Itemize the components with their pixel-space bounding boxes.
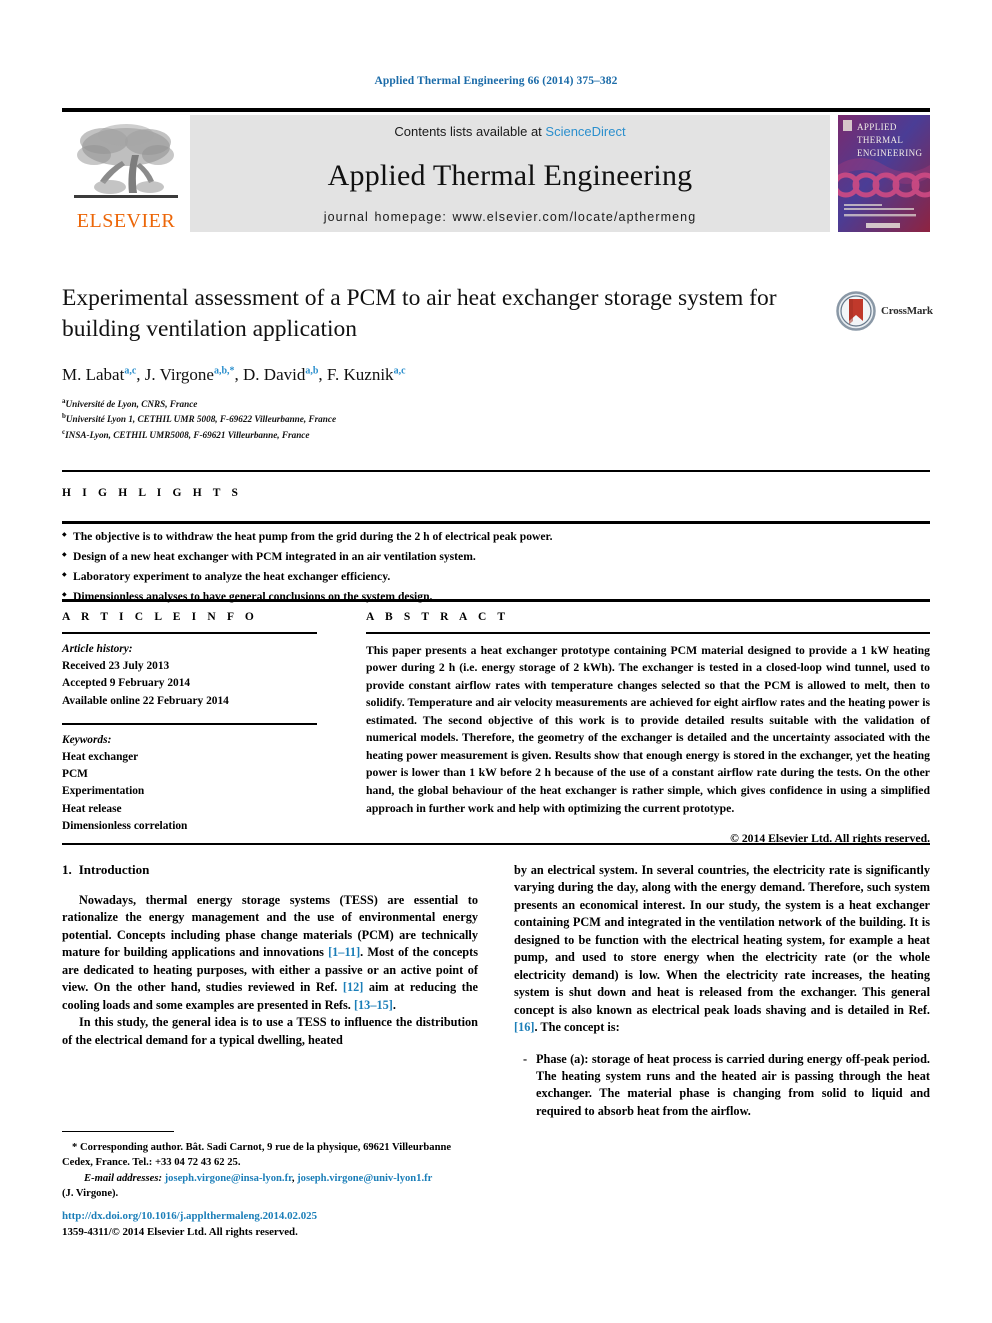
affiliation-item: aUniversité de Lyon, CNRS, France <box>62 396 198 409</box>
title-block: Experimental assessment of a PCM to air … <box>62 283 822 443</box>
contents-line: Contents lists available at ScienceDirec… <box>190 124 830 139</box>
svg-text:THERMAL: THERMAL <box>857 135 903 145</box>
affiliation-item: bUniversité Lyon 1, CETHIL UMR 5008, F-6… <box>62 412 337 425</box>
article-info-label: A R T I C L E I N F O <box>62 611 258 623</box>
keyword-item: Dimensionless correlation <box>62 820 188 833</box>
affiliation-list: aUniversité de Lyon, CNRS, France bUniver… <box>62 396 822 444</box>
abstract-label: A B S T R A C T <box>366 611 510 623</box>
section-heading-introduction: 1. Introduction <box>62 862 478 878</box>
email-link-1[interactable]: joseph.virgone@insa-lyon.fr <box>165 1173 292 1184</box>
crossmark-badge[interactable]: CrossMark <box>836 288 940 334</box>
sciencedirect-link[interactable]: ScienceDirect <box>545 124 625 139</box>
email-link-2[interactable]: joseph.virgone@univ-lyon1.fr <box>297 1173 432 1184</box>
phase-list: Phase (a): storage of heat process is ca… <box>514 1051 930 1121</box>
article-info-section: A R T I C L E I N F O Article history: R… <box>62 611 317 835</box>
keywords-list: Heat exchanger PCM Experimentation Heat rel… <box>62 749 317 836</box>
affiliation-item: cINSA-Lyon, CETHIL UMR5008, F-69621 Vill… <box>62 428 310 441</box>
running-head: Applied Thermal Engineering 66 (2014) 37… <box>374 75 618 87</box>
citation-link[interactable]: [12] <box>343 980 364 994</box>
highlight-item: Design of a new heat exchanger with PCM … <box>62 547 930 567</box>
article-history-label: Article history: <box>62 642 133 655</box>
article-history-list: Received 23 July 2013 Accepted 9 February… <box>62 658 317 710</box>
section-number: 1. <box>62 862 72 877</box>
keyword-item: PCM <box>62 768 88 781</box>
email-note: E-mail addresses: joseph.virgone@insa-ly… <box>62 1171 478 1186</box>
highlights-mid-rule <box>62 521 930 524</box>
body-column-left: 1. Introduction Nowadays, thermal energy … <box>62 862 478 1049</box>
footnote-block: * Corresponding author. Bât. Sadi Carnot… <box>62 1140 478 1201</box>
doi-link[interactable]: http://dx.doi.org/10.1016/j.applthermale… <box>62 1210 317 1222</box>
journal-banner: Contents lists available at ScienceDirec… <box>190 115 830 232</box>
email-attribution: (J. Virgone). <box>62 1188 119 1200</box>
elsevier-wordmark: ELSEVIER <box>76 210 176 232</box>
highlights-bottom-rule <box>62 599 930 602</box>
highlights-section: H I G H L I G H T S <box>62 487 930 499</box>
highlight-item: The objective is to withdraw the heat pu… <box>62 527 930 547</box>
highlight-item: Laboratory experiment to analyze the hea… <box>62 567 930 587</box>
author-list: M. Labata,c, J. Virgonea,b,*, D. Davida,… <box>62 364 406 384</box>
highlights-top-rule <box>62 470 930 472</box>
page-title: Experimental assessment of a PCM to air … <box>62 285 777 343</box>
keywords-label: Keywords: <box>62 733 112 746</box>
citation-link[interactable]: [16] <box>514 1020 535 1034</box>
journal-cover-image: APPLIED THERMAL ENGINEERING <box>838 115 930 232</box>
highlights-label: H I G H L I G H T S <box>62 487 243 499</box>
intro-paragraph-2: In this study, the general idea is to us… <box>62 1015 478 1047</box>
crossmark-label: CrossMark <box>881 305 933 317</box>
keyword-item: Heat exchanger <box>62 750 139 763</box>
article-history-item: Received 23 July 2013 <box>62 659 170 672</box>
article-history-item: Accepted 9 February 2014 <box>62 677 191 690</box>
journal-homepage[interactable]: journal homepage: www.elsevier.com/locat… <box>190 210 830 224</box>
email-label: E-mail addresses: <box>84 1172 162 1184</box>
svg-text:ENGINEERING: ENGINEERING <box>857 148 922 158</box>
article-info-separator <box>62 722 317 725</box>
masthead-top-rule <box>62 108 930 112</box>
journal-title: Applied Thermal Engineering <box>327 158 693 192</box>
journal-cover-thumbnail: APPLIED THERMAL ENGINEERING <box>838 115 930 232</box>
journal-masthead: ELSEVIER Contents lists available at Sci… <box>62 108 930 232</box>
citation-link[interactable]: [1–11] <box>328 945 360 959</box>
abstract-text: This paper presents a heat exchanger pro… <box>366 643 930 815</box>
email-comma: , <box>291 1172 295 1184</box>
section-title: Introduction <box>78 862 150 877</box>
keywords-group: Keywords: Heat exchanger PCM Experimentati… <box>62 732 317 836</box>
intro-paragraph-3: by an electrical system. In several coun… <box>514 863 930 1035</box>
highlights-list: The objective is to withdraw the heat pu… <box>62 527 930 607</box>
elsevier-logo: ELSEVIER <box>62 115 190 232</box>
crossmark-icon <box>836 291 876 331</box>
body-column-right: by an electrical system. In several coun… <box>514 862 930 1120</box>
contents-prefix: Contents lists available at <box>394 124 546 139</box>
phase-list-item: Phase (a): storage of heat process is ca… <box>514 1051 930 1121</box>
abstract-rule <box>366 632 930 634</box>
corresponding-author-note: * Corresponding author. Bât. Sadi Carnot… <box>62 1142 452 1169</box>
keyword-item: Heat release <box>62 802 122 815</box>
keyword-item: Experimentation <box>62 785 145 798</box>
intro-paragraph-1: Nowadays, thermal energy storage systems… <box>62 893 478 1012</box>
citation-link[interactable]: [13–15] <box>354 998 393 1012</box>
doi-block: http://dx.doi.org/10.1016/j.applthermale… <box>62 1208 478 1241</box>
article-info-rule <box>62 632 317 634</box>
issn-copyright-line: 1359-4311/© 2014 Elsevier Ltd. All right… <box>62 1226 298 1239</box>
svg-text:APPLIED: APPLIED <box>857 122 897 132</box>
article-history-group: Article history: Received 23 July 2013 Ac… <box>62 641 317 710</box>
highlight-item: Dimensionless analyses to have general c… <box>62 587 930 607</box>
body-top-rule <box>62 843 930 845</box>
abstract-section: A B S T R A C T This paper presents a he… <box>366 611 930 845</box>
paper-page: Applied Thermal Engineering 66 (2014) 37… <box>0 0 992 1323</box>
footnote-rule <box>62 1131 174 1133</box>
elsevier-tree-icon <box>74 124 178 198</box>
article-history-item: Available online 22 February 2014 <box>62 694 229 707</box>
